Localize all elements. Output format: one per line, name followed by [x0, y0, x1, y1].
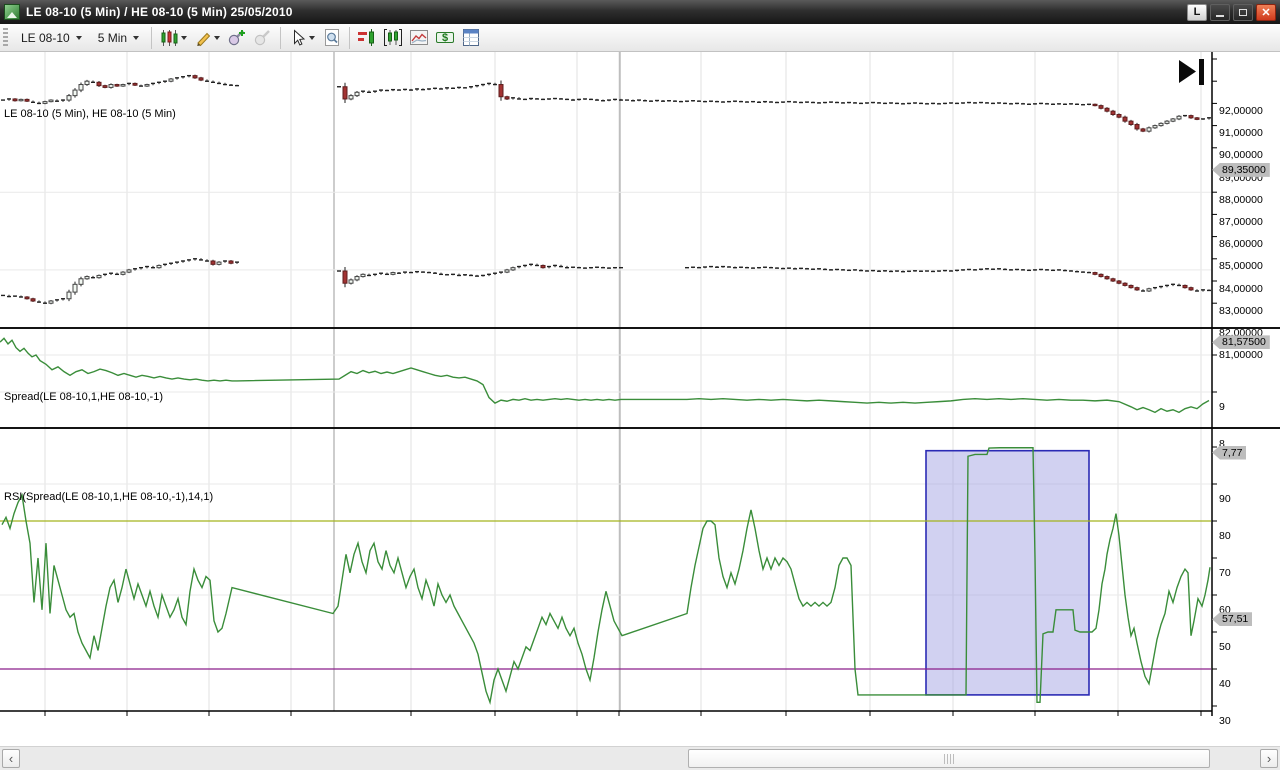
- grid-panel-icon: [463, 29, 480, 46]
- drawing-tools-button[interactable]: [190, 26, 224, 50]
- interval-dropdown[interactable]: 5 Min: [90, 27, 147, 49]
- window-title: LE 08-10 (5 Min) / HE 08-10 (5 Min) 25/0…: [26, 5, 293, 19]
- data-series-icon: [384, 29, 403, 46]
- indicator-disabled-icon: [254, 30, 270, 46]
- remove-indicator-button-disabled: [250, 26, 276, 50]
- cursor-tool-button[interactable]: [285, 26, 319, 50]
- title-bar: LE 08-10 (5 Min) / HE 08-10 (5 Min) 25/0…: [0, 0, 1280, 24]
- toolbar-grip[interactable]: [3, 27, 8, 48]
- chart-properties-icon: [410, 30, 429, 45]
- minimize-button[interactable]: [1210, 3, 1230, 21]
- scroll-left-button[interactable]: ‹: [2, 749, 20, 768]
- grid-panel-button[interactable]: [458, 26, 484, 50]
- candlestick-style-icon: [161, 29, 178, 46]
- go-to-last-bar-icon[interactable]: [1178, 58, 1208, 86]
- data-series-button[interactable]: [380, 26, 406, 50]
- toolbar-separator: [349, 26, 351, 49]
- horizontal-scrollbar[interactable]: ‹ ›: [0, 746, 1280, 770]
- scrollbar-grip-icon: [944, 754, 954, 764]
- chevron-down-icon: [309, 35, 316, 40]
- svg-text:$: $: [442, 32, 448, 44]
- chevron-down-icon: [75, 35, 82, 40]
- instrument-dropdown[interactable]: LE 08-10: [13, 27, 90, 49]
- maximize-button[interactable]: [1233, 3, 1253, 21]
- scroll-right-button[interactable]: ›: [1260, 749, 1278, 768]
- chevron-down-icon: [133, 35, 140, 40]
- zoom-magnifier-icon: [325, 29, 340, 46]
- toolbar-separator: [151, 26, 153, 49]
- close-button[interactable]: ✕: [1256, 3, 1276, 21]
- account-performance-button[interactable]: $: [432, 26, 458, 50]
- dollar-icon: $: [436, 32, 455, 44]
- ninjatrader-logo-icon: [4, 4, 20, 20]
- chart-toolbar: LE 08-10 5 Min $: [0, 24, 1280, 52]
- pencil-icon: [197, 32, 211, 46]
- chevron-down-icon: [214, 35, 221, 40]
- chart-canvas[interactable]: [0, 52, 1280, 716]
- add-indicator-button[interactable]: [224, 26, 250, 50]
- scrollbar-thumb[interactable]: [688, 749, 1210, 768]
- ninjatrader-chart-window: LE 08-10 (5 Min) / HE 08-10 (5 Min) 25/0…: [0, 0, 1280, 770]
- link-button[interactable]: L: [1187, 3, 1207, 21]
- chart-area: LE 08-10 (5 Min), HE 08-10 (5 Min) Sprea…: [0, 52, 1280, 770]
- instrument-label: LE 08-10: [21, 30, 70, 45]
- y-tick-label: 30: [1219, 715, 1231, 727]
- chart-trader-icon: [358, 29, 375, 46]
- chevron-down-icon: [180, 35, 187, 40]
- chart-style-button[interactable]: [156, 26, 190, 50]
- chart-properties-button[interactable]: [406, 26, 432, 50]
- zoom-button[interactable]: [319, 26, 345, 50]
- indicator-add-icon: [228, 30, 246, 46]
- cursor-arrow-icon: [294, 28, 306, 46]
- toolbar-separator: [280, 26, 282, 49]
- maximize-icon: [1239, 8, 1247, 16]
- minimize-icon: [1216, 15, 1224, 17]
- interval-label: 5 Min: [97, 30, 128, 45]
- chart-trader-button[interactable]: [354, 26, 380, 50]
